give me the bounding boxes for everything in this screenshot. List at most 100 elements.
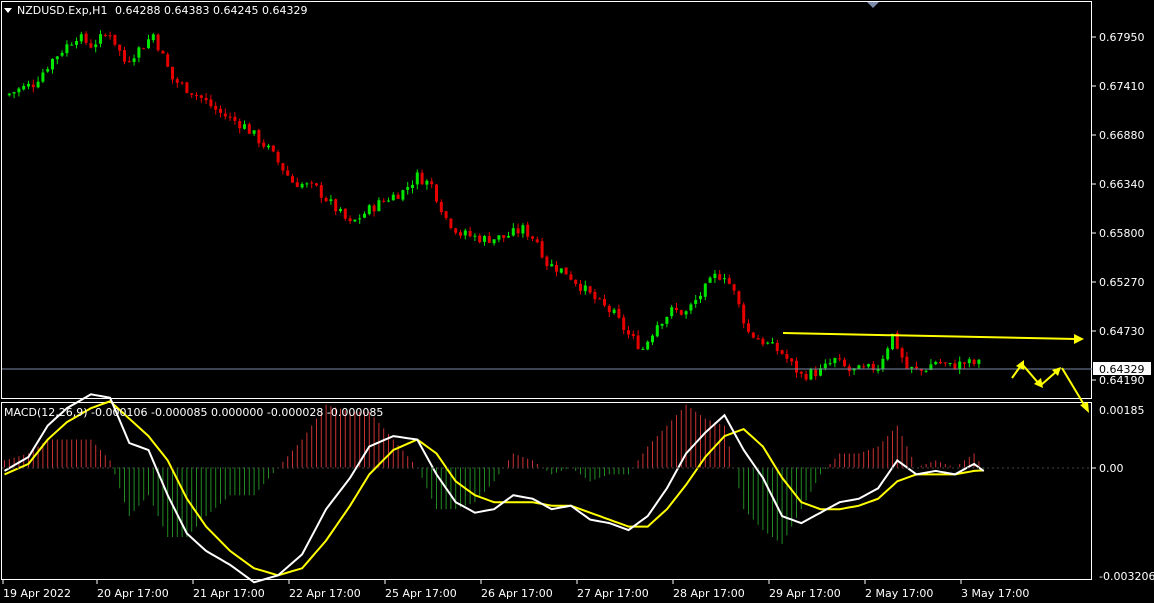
candle	[166, 52, 170, 68]
candle-body	[516, 228, 520, 234]
time-label: 21 Apr 17:00	[193, 587, 265, 600]
candle-body	[387, 200, 390, 202]
candle	[679, 309, 683, 316]
candle-body	[415, 172, 419, 185]
candle-body	[252, 130, 256, 134]
candle-body	[838, 358, 842, 360]
candle-body	[377, 200, 381, 212]
candle-body	[655, 325, 659, 337]
candle	[435, 183, 438, 204]
candle-body	[958, 361, 962, 370]
candle	[247, 122, 251, 134]
candle-body	[603, 299, 606, 306]
candle-body	[449, 218, 453, 229]
candle-body	[910, 366, 914, 369]
candle-body	[627, 330, 630, 335]
candle-body	[622, 317, 626, 330]
candle-body	[247, 124, 251, 134]
candle-body	[617, 308, 621, 318]
candle-body	[790, 358, 794, 362]
candle-body	[972, 359, 976, 365]
price-tick: 0.66340	[1099, 178, 1145, 191]
price-tick: 0.67950	[1099, 31, 1145, 44]
candle-body	[7, 93, 11, 96]
candle-body	[84, 33, 88, 43]
candle-body	[732, 284, 736, 291]
candle-body	[209, 99, 213, 107]
candle-body	[766, 342, 770, 344]
candle	[646, 340, 650, 351]
candle-body	[531, 236, 534, 239]
candle-body	[833, 358, 837, 364]
candle-body	[756, 338, 760, 340]
candle-body	[238, 121, 242, 129]
candle-body	[214, 105, 218, 110]
time-label: 27 Apr 17:00	[577, 587, 649, 600]
candle-body	[291, 176, 294, 183]
candle-body	[137, 47, 141, 58]
candle-body	[775, 342, 779, 352]
candle-body	[36, 81, 40, 88]
candle-body	[497, 235, 501, 240]
candle-body	[540, 241, 544, 258]
candle-body	[108, 35, 112, 37]
candle	[401, 189, 405, 202]
candle-body	[905, 356, 909, 369]
candle-body	[823, 363, 827, 369]
candle-body	[550, 264, 554, 267]
candle-body	[665, 316, 669, 324]
candle-body	[631, 334, 635, 337]
candle-body	[65, 44, 69, 54]
candle-body	[862, 366, 866, 368]
candle-body	[569, 274, 573, 280]
candle-body	[267, 145, 270, 148]
candle-body	[401, 190, 405, 200]
candle-body	[478, 235, 482, 243]
candle-body	[204, 97, 208, 101]
time-label: 25 Apr 17:00	[385, 587, 457, 600]
candle-body	[598, 298, 602, 300]
candle-body	[708, 277, 712, 283]
price-tick: 0.65800	[1099, 227, 1145, 240]
candle-body	[526, 224, 530, 237]
candle-body	[329, 199, 333, 202]
candle-body	[703, 283, 707, 297]
candle-body	[94, 44, 98, 48]
candle-body	[70, 44, 74, 46]
candle-body	[372, 205, 376, 212]
candle	[809, 367, 813, 381]
time-label: 29 Apr 17:00	[769, 587, 841, 600]
candle-body	[804, 373, 808, 380]
candle-body	[900, 348, 904, 358]
candle-body	[180, 82, 184, 84]
candle-body	[684, 311, 688, 315]
candle-body	[492, 239, 496, 244]
candle-body	[963, 362, 966, 364]
candle-body	[943, 362, 947, 364]
candle-body	[276, 151, 280, 163]
candle-body	[195, 95, 198, 97]
candle-body	[814, 369, 818, 377]
candle-body	[166, 54, 170, 67]
candle-body	[199, 95, 203, 98]
candle-body	[411, 184, 414, 189]
candle-body	[977, 359, 981, 364]
candle-body	[737, 291, 741, 305]
candle-body	[463, 230, 467, 236]
candle-body	[358, 218, 362, 220]
candle-body	[161, 50, 165, 54]
candle-body	[843, 359, 846, 367]
candle-body	[809, 369, 813, 380]
candle-body	[396, 194, 400, 199]
candle	[367, 203, 371, 216]
trading-chart[interactable]: 0.67950 0.67410 0.66880 0.66340 0.65800 …	[0, 0, 1154, 603]
candle-body	[559, 268, 563, 273]
candle-body	[22, 85, 26, 90]
candle-body	[771, 342, 774, 344]
candle-body	[79, 34, 83, 42]
candle-body	[747, 323, 750, 332]
candle-body	[295, 182, 299, 188]
candle-body	[483, 236, 486, 242]
candle-body	[243, 124, 246, 129]
candle-body	[915, 366, 918, 369]
